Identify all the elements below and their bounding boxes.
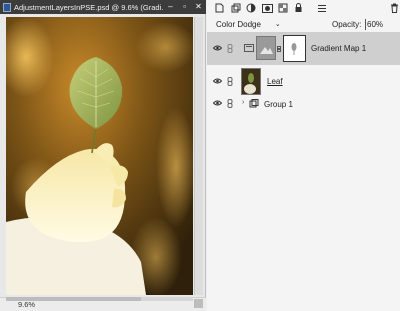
app-root: AdjustmentLayersInPSE.psd @ 9.6% (Gradi.… <box>0 0 400 311</box>
image-canvas[interactable] <box>6 17 193 295</box>
horizontal-scrollbar[interactable] <box>6 297 193 301</box>
document-window: AdjustmentLayersInPSE.psd @ 9.6% (Gradi.… <box>0 0 206 311</box>
chevron-right-icon[interactable]: › <box>242 99 244 106</box>
opacity-label: Opacity: <box>332 19 362 29</box>
visibility-eye-icon[interactable] <box>212 44 223 53</box>
horizontal-scroll-thumb[interactable] <box>6 297 141 301</box>
layer-name[interactable]: Leaf <box>267 77 283 86</box>
chevron-down-icon[interactable]: ⌄ <box>275 20 281 28</box>
layer-name[interactable]: Gradient Map 1 <box>311 44 366 53</box>
document-titlebar[interactable]: AdjustmentLayersInPSE.psd @ 9.6% (Gradi.… <box>0 0 206 14</box>
minimize-button[interactable]: – <box>165 1 176 12</box>
lock-icon[interactable] <box>293 2 305 14</box>
photoshop-document-icon <box>3 2 11 12</box>
vertical-scrollbar[interactable] <box>194 17 203 295</box>
layer-row-gradient-map[interactable]: Gradient Map 1 <box>207 32 400 65</box>
close-button[interactable]: ✕ <box>193 1 204 12</box>
layer-row-leaf[interactable]: Leaf <box>207 66 400 97</box>
layer-mask-thumbnail[interactable] <box>283 35 306 62</box>
trash-icon[interactable] <box>388 2 400 14</box>
lock-transparency-icon[interactable] <box>277 2 289 14</box>
layer-mask-icon[interactable] <box>261 2 273 14</box>
layer-options-row: Color Dodge ⌄ Opacity: <box>207 16 400 32</box>
link-icon[interactable] <box>227 77 233 88</box>
visibility-eye-icon[interactable] <box>212 77 223 86</box>
layer-name[interactable]: Group 1 <box>264 100 293 109</box>
mask-link-icon[interactable] <box>277 45 281 52</box>
fill-adjustment-icon[interactable] <box>246 2 258 14</box>
layers-toolbar <box>207 0 400 16</box>
group-folder-icon <box>249 99 259 110</box>
window-controls: – ▫ ✕ <box>165 1 204 12</box>
restore-button[interactable]: ▫ <box>179 1 190 12</box>
opacity-input[interactable] <box>365 18 393 30</box>
link-icon[interactable] <box>227 99 233 110</box>
blend-mode-select[interactable]: Color Dodge <box>216 20 261 29</box>
new-group-icon[interactable] <box>230 2 242 14</box>
new-layer-icon[interactable] <box>214 2 226 14</box>
zoom-level[interactable]: 9.6% <box>18 300 35 309</box>
adjustment-layer-icon <box>244 44 254 54</box>
gradient-map-thumbnail[interactable] <box>256 36 276 60</box>
link-icon[interactable] <box>227 44 233 55</box>
visibility-eye-icon[interactable] <box>212 99 223 108</box>
leaf-photo <box>6 17 193 295</box>
document-title: AdjustmentLayersInPSE.psd @ 9.6% (Gradi.… <box>14 2 164 12</box>
layers-panel: Color Dodge ⌄ Opacity: 60% Gradient Map … <box>207 0 400 311</box>
layer-row-group[interactable]: › Group 1 <box>207 97 400 111</box>
leaf-layer-thumbnail[interactable] <box>241 68 261 95</box>
resize-corner[interactable] <box>194 299 203 308</box>
panel-menu-icon[interactable] <box>317 2 329 14</box>
